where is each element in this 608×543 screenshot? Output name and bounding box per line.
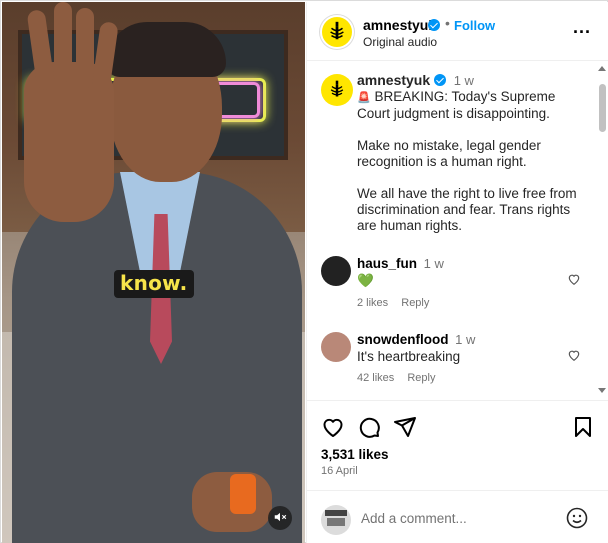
- scrollbar[interactable]: [597, 62, 607, 400]
- more-options-icon[interactable]: ...: [573, 18, 591, 36]
- comment-likes[interactable]: 2 likes: [357, 297, 388, 309]
- reply-button[interactable]: Reply: [401, 297, 429, 309]
- header-username[interactable]: amnestyuk: [363, 17, 436, 33]
- post-modal: know. amnestyuk • Follow Original audio …: [0, 0, 608, 543]
- avatar[interactable]: [321, 332, 351, 362]
- post-actions: 3,531 likes 16 April: [307, 400, 608, 490]
- avatar[interactable]: [320, 15, 354, 49]
- video-person-hair: [106, 22, 226, 77]
- post-sidebar: amnestyuk • Follow Original audio ... am…: [306, 2, 608, 543]
- video-finger: [76, 8, 94, 88]
- add-comment-bar: [307, 490, 608, 543]
- caption-line: BREAKING: Today's Supreme Court judgment…: [357, 89, 556, 121]
- comments-scroll-area[interactable]: amnestyuk 1 w 🚨 BREAKING: Today's Suprem…: [307, 62, 608, 400]
- verified-badge-icon: [433, 74, 446, 86]
- amnesty-candle-logo-icon: [326, 20, 348, 45]
- mute-button[interactable]: [268, 506, 292, 530]
- comment-bubble-icon[interactable]: [357, 415, 381, 439]
- heart-icon[interactable]: [567, 272, 581, 289]
- amnesty-candle-logo-icon: [327, 79, 347, 102]
- verified-badge-icon: [428, 19, 440, 31]
- scrollbar-thumb[interactable]: [599, 84, 606, 132]
- video-finger: [54, 2, 72, 82]
- comment-item: snowdenflood 1 w It's heartbreaking 42 l…: [321, 332, 591, 384]
- share-send-icon[interactable]: [393, 415, 417, 439]
- scroll-up-arrow-icon[interactable]: [598, 66, 606, 71]
- caption-time[interactable]: 1 w: [454, 73, 474, 88]
- avatar: [321, 505, 351, 535]
- post-caption: amnestyuk 1 w 🚨 BREAKING: Today's Suprem…: [321, 72, 591, 234]
- user-avatar-icon: [321, 505, 351, 535]
- video-person-watch: [230, 474, 256, 514]
- comment-text: It's heartbreaking: [357, 349, 461, 364]
- separator-dot: •: [445, 15, 450, 31]
- avatar[interactable]: [321, 74, 353, 106]
- caption-line: We all have the right to live free from …: [357, 186, 577, 233]
- avatar[interactable]: [321, 256, 351, 286]
- comment-time[interactable]: 1 w: [424, 256, 444, 271]
- caption-username[interactable]: amnestyuk: [357, 72, 430, 88]
- likes-count[interactable]: 3,531 likes: [321, 447, 389, 462]
- video-player[interactable]: know.: [2, 2, 305, 543]
- comment-likes[interactable]: 42 likes: [357, 372, 394, 384]
- comment-text: 💚: [357, 273, 374, 288]
- video-caption: know.: [114, 270, 194, 298]
- comment-item: haus_fun 1 w 💚 2 likes Reply: [321, 256, 591, 309]
- like-heart-icon[interactable]: [321, 415, 345, 439]
- reply-button[interactable]: Reply: [407, 372, 435, 384]
- emoji-smiley-icon[interactable]: [565, 506, 589, 530]
- siren-emoji: 🚨: [357, 92, 371, 104]
- comment-input[interactable]: [361, 506, 561, 530]
- speaker-muted-icon: [273, 510, 287, 527]
- comment-username[interactable]: snowdenflood: [357, 332, 449, 347]
- caption-line: Make no mistake, legal gender recognitio…: [357, 138, 541, 169]
- comment-username[interactable]: haus_fun: [357, 256, 417, 271]
- scroll-down-arrow-icon[interactable]: [598, 388, 606, 393]
- follow-button[interactable]: Follow: [454, 18, 495, 33]
- post-header: amnestyuk • Follow Original audio ...: [307, 2, 608, 61]
- post-date[interactable]: 16 April: [321, 465, 358, 477]
- audio-label[interactable]: Original audio: [363, 35, 437, 49]
- heart-icon[interactable]: [567, 348, 581, 365]
- comment-time[interactable]: 1 w: [455, 332, 475, 347]
- bookmark-save-icon[interactable]: [571, 415, 595, 439]
